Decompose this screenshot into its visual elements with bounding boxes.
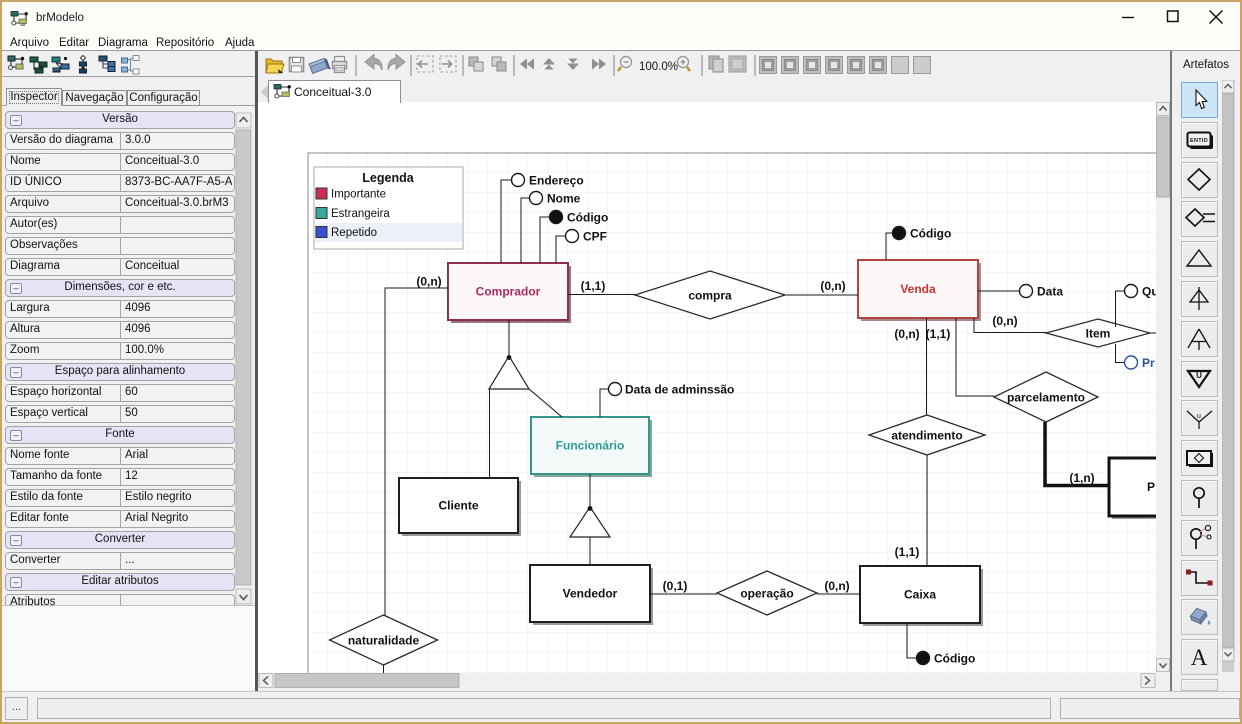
svg-text:Importante: Importante [331, 189, 386, 201]
svg-text:Qu: Qu [1142, 285, 1156, 299]
svg-text:(0,1): (0,1) [663, 579, 688, 593]
svg-text:parcelamento: parcelamento [1007, 391, 1085, 405]
svg-text:CPF: CPF [583, 230, 607, 244]
svg-text:Código: Código [567, 211, 608, 225]
svg-text:(1,1): (1,1) [895, 545, 920, 559]
svg-text:Venda: Venda [900, 282, 936, 296]
svg-text:A: A [1191, 645, 1208, 670]
svg-text:operação: operação [740, 587, 793, 601]
svg-text:(1,1): (1,1) [581, 279, 606, 293]
svg-text:U: U [1196, 371, 1202, 380]
svg-text:Comprador: Comprador [476, 285, 541, 299]
svg-text:Funcionário: Funcionário [556, 439, 625, 453]
svg-text:Data: Data [1037, 285, 1063, 299]
svg-text:Estrangeira: Estrangeira [331, 208, 390, 220]
svg-text:compra: compra [688, 289, 732, 303]
svg-text:ENTID: ENTID [1190, 138, 1208, 144]
svg-text:atendimento: atendimento [891, 429, 962, 443]
svg-text:Cliente: Cliente [438, 499, 478, 513]
svg-text:Endereço: Endereço [529, 174, 584, 188]
svg-text:naturalidade: naturalidade [348, 634, 420, 648]
svg-text:(1,n): (1,n) [1069, 471, 1094, 485]
svg-text:Código: Código [910, 227, 951, 241]
svg-text:Nome: Nome [547, 192, 581, 206]
svg-text:Item: Item [1086, 327, 1111, 341]
svg-text:Código: Código [934, 652, 975, 666]
svg-text:P: P [1147, 480, 1155, 494]
svg-text:(0,n): (0,n) [824, 579, 849, 593]
svg-text:Vendedor: Vendedor [563, 587, 618, 601]
svg-text:(0,n): (0,n) [894, 327, 919, 341]
svg-text:Legenda: Legenda [362, 171, 414, 185]
svg-text:Caixa: Caixa [904, 588, 936, 602]
svg-text:u: u [1197, 413, 1201, 420]
svg-text:(0,n): (0,n) [992, 314, 1017, 328]
svg-text:Data de adminssão: Data de adminssão [625, 383, 734, 397]
svg-text:(1,1): (1,1) [926, 327, 951, 341]
svg-text:100.0%: 100.0% [639, 61, 678, 73]
svg-text:(0,n): (0,n) [416, 275, 441, 289]
svg-text:(0,n): (0,n) [820, 279, 845, 293]
svg-text:Repetido: Repetido [331, 227, 377, 239]
svg-text:Pr: Pr [1142, 356, 1155, 370]
